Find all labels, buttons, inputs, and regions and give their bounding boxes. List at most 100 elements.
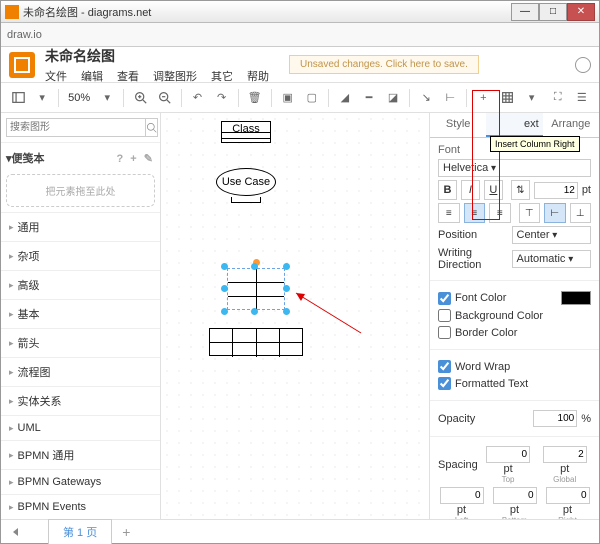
page-menu-icon[interactable] (13, 528, 18, 536)
dropdown-icon[interactable]: ▾ (31, 87, 53, 109)
document-title[interactable]: 未命名绘图 (45, 46, 269, 66)
word-wrap-check[interactable] (438, 360, 451, 373)
border-color-check[interactable] (438, 326, 451, 339)
scratchpad-header[interactable]: ▾ 便笺本 ? + ✎ (6, 148, 155, 168)
scratchpad-actions[interactable]: ? + ✎ (117, 152, 155, 165)
tab-text[interactable]: Textext (486, 113, 542, 137)
vertical-text-button[interactable]: ⇅ (511, 180, 530, 200)
fullscreen-icon[interactable]: ⛶ (547, 87, 569, 109)
resize-handle[interactable] (251, 308, 258, 315)
table-dropdown-icon[interactable]: ▾ (521, 87, 543, 109)
zoom-out-icon[interactable] (153, 87, 175, 109)
opacity-label: Opacity (438, 413, 529, 425)
shape-table-selected[interactable] (227, 268, 285, 310)
align-right-button[interactable]: ≡ (489, 203, 511, 223)
category-flowchart[interactable]: 流程图 (1, 358, 160, 387)
page-tab[interactable]: 第 1 页 (48, 519, 112, 544)
undo-icon[interactable]: ↶ (186, 87, 208, 109)
resize-handle[interactable] (251, 263, 258, 270)
font-select[interactable]: Helvetica ▾ (438, 159, 591, 177)
bg-color-check[interactable] (438, 309, 451, 322)
category-bpmn-general[interactable]: BPMN 通用 (1, 441, 160, 470)
align-center-button[interactable]: ≡ (464, 203, 486, 223)
valign-top-button[interactable]: ⊤ (519, 203, 541, 223)
resize-handle[interactable] (283, 263, 290, 270)
to-back-icon[interactable]: ▢ (301, 87, 323, 109)
formatted-text-check[interactable] (438, 377, 451, 390)
language-icon[interactable] (575, 57, 591, 73)
valign-bottom-button[interactable]: ⊥ (570, 203, 592, 223)
spacing-left-input[interactable] (440, 487, 484, 504)
zoom-in-icon[interactable] (129, 87, 151, 109)
to-front-icon[interactable]: ▣ (277, 87, 299, 109)
category-er[interactable]: 实体关系 (1, 387, 160, 416)
spacing-top-input[interactable] (486, 446, 530, 463)
resize-handle[interactable] (221, 263, 228, 270)
menu-other[interactable]: 其它 (211, 68, 233, 84)
fill-icon[interactable]: ◢ (334, 87, 356, 109)
redo-icon[interactable]: ↷ (211, 87, 233, 109)
sidebar-toggle-icon[interactable] (7, 87, 29, 109)
app-icon (5, 5, 19, 19)
delete-icon[interactable]: 🗑 (244, 87, 266, 109)
writing-direction-select[interactable]: Automatic ▾ (512, 250, 592, 268)
maximize-button[interactable]: □ (539, 3, 567, 21)
font-size-input[interactable] (534, 182, 578, 199)
insert-icon[interactable]: + (472, 87, 494, 109)
category-general[interactable]: 通用 (1, 213, 160, 242)
category-bpmn-gateways[interactable]: BPMN Gateways (1, 470, 160, 495)
spacing-bottom-input[interactable] (493, 487, 537, 504)
unsaved-warning[interactable]: Unsaved changes. Click here to save. (289, 55, 479, 74)
position-select[interactable]: Center ▾ (512, 226, 592, 244)
category-uml[interactable]: UML (1, 416, 160, 441)
font-color-check[interactable] (438, 292, 451, 305)
shape-usecase[interactable]: Use Case (216, 168, 276, 196)
logo-icon (9, 52, 35, 78)
opacity-input[interactable] (533, 410, 577, 427)
annotation-arrow (291, 288, 371, 338)
menu-help[interactable]: 帮助 (247, 68, 269, 84)
shape-table[interactable] (209, 328, 303, 356)
category-arrows[interactable]: 箭头 (1, 329, 160, 358)
resize-handle[interactable] (283, 285, 290, 292)
font-color-swatch[interactable] (561, 291, 591, 305)
bold-button[interactable]: B (438, 180, 457, 200)
tab-style[interactable]: Style (430, 113, 486, 137)
shape-class[interactable]: Class (221, 121, 271, 143)
resize-handle[interactable] (283, 308, 290, 315)
resize-handle[interactable] (221, 308, 228, 315)
italic-button[interactable]: I (461, 180, 480, 200)
minimize-button[interactable]: — (511, 3, 539, 21)
scratchpad-dropzone[interactable]: 把元素拖至此处 (6, 174, 155, 207)
spacing-right-input[interactable] (546, 487, 590, 504)
shadow-icon[interactable]: ◪ (382, 87, 404, 109)
underline-button[interactable]: U (484, 180, 503, 200)
valign-middle-button[interactable]: ⊢ (544, 203, 566, 223)
zoom-value[interactable]: 50% (64, 92, 94, 104)
search-icon[interactable] (146, 118, 158, 137)
line-icon[interactable]: ━ (358, 87, 380, 109)
app-menubar: draw.io (1, 23, 599, 47)
menu-view[interactable]: 查看 (117, 68, 139, 84)
menu-file[interactable]: 文件 (45, 68, 67, 84)
menu-edit[interactable]: 编辑 (81, 68, 103, 84)
align-left-button[interactable]: ≡ (438, 203, 460, 223)
shape-usecase-connector (231, 197, 261, 203)
table-icon[interactable] (496, 87, 518, 109)
zoom-dropdown-icon[interactable]: ▾ (96, 87, 118, 109)
category-advanced[interactable]: 高级 (1, 271, 160, 300)
add-page-button[interactable]: + (112, 520, 140, 544)
resize-handle[interactable] (221, 285, 228, 292)
close-button[interactable]: ✕ (567, 3, 595, 21)
tab-arrange[interactable]: Arrange (543, 113, 599, 137)
waypoint-icon[interactable]: ⊢ (439, 87, 461, 109)
category-bpmn-events[interactable]: BPMN Events (1, 495, 160, 519)
category-misc[interactable]: 杂项 (1, 242, 160, 271)
spacing-global-input[interactable] (543, 446, 587, 463)
connection-icon[interactable]: ↘ (415, 87, 437, 109)
menu-adjust[interactable]: 调整图形 (153, 68, 197, 84)
format-panel-icon[interactable]: ☰ (571, 87, 593, 109)
category-basic[interactable]: 基本 (1, 300, 160, 329)
canvas[interactable]: Class Use Case (161, 113, 429, 519)
search-input[interactable] (6, 118, 146, 137)
